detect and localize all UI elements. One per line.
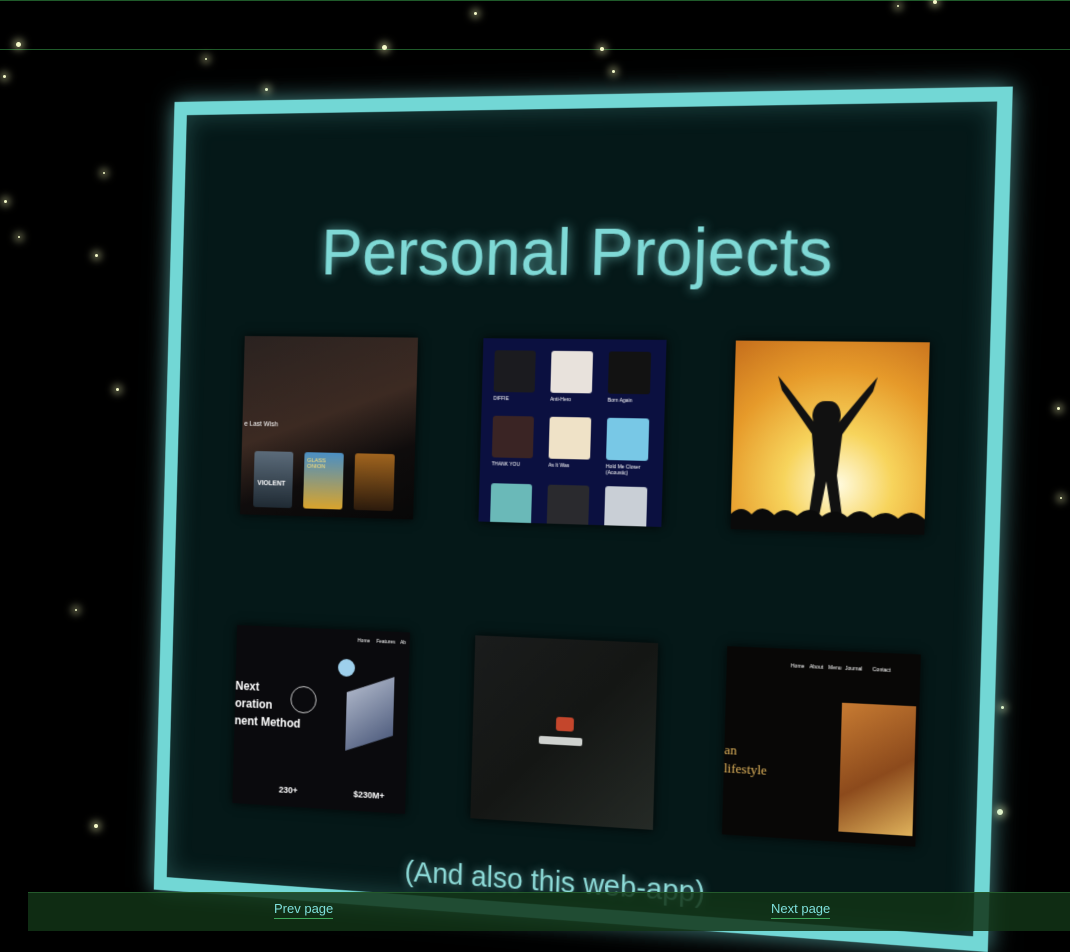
album-tile bbox=[604, 486, 648, 527]
search-bar bbox=[538, 735, 583, 747]
star bbox=[1057, 407, 1060, 410]
project-thumbnail-movie-site[interactable]: e Last Wish VIOLENT GLASS ONION bbox=[240, 336, 418, 520]
movie-heading: e Last Wish bbox=[244, 420, 279, 429]
project-thumbnail-concert-photo[interactable] bbox=[730, 340, 930, 535]
album-tile bbox=[606, 417, 650, 461]
footer-nav: Prev page Next page bbox=[28, 892, 1070, 931]
next-page-link[interactable]: Next page bbox=[771, 901, 831, 919]
album-tile bbox=[489, 483, 533, 527]
projects-panel: Personal Projects e Last Wish VIOLENT GL… bbox=[153, 86, 1013, 952]
star bbox=[205, 58, 207, 60]
prev-page-link[interactable]: Prev page bbox=[274, 901, 334, 919]
star bbox=[95, 254, 98, 257]
album-tile bbox=[607, 351, 652, 395]
logo-icon bbox=[555, 716, 575, 732]
star bbox=[18, 236, 20, 238]
album-tile bbox=[493, 350, 536, 393]
star bbox=[382, 45, 387, 50]
star bbox=[103, 172, 105, 174]
star bbox=[94, 824, 98, 828]
album-tile bbox=[550, 350, 594, 394]
star bbox=[933, 0, 937, 4]
star bbox=[474, 12, 477, 15]
layers-graphic bbox=[345, 676, 395, 751]
page-title: Personal Projects bbox=[320, 213, 834, 290]
silhouette-figure bbox=[730, 375, 925, 535]
project-thumbnail-food-blog[interactable]: Home About Menu Journal Contact an lifes… bbox=[721, 646, 921, 847]
top-divider bbox=[0, 0, 1070, 1]
star bbox=[4, 200, 7, 203]
poster: VIOLENT bbox=[253, 450, 294, 509]
badge-circle bbox=[290, 685, 317, 715]
poster bbox=[353, 453, 395, 512]
project-thumbnail-fintech-landing[interactable]: Home Features Ab Next oration nent Metho… bbox=[232, 625, 410, 815]
star bbox=[16, 42, 21, 47]
star bbox=[75, 609, 77, 611]
star bbox=[612, 70, 615, 73]
food-photo bbox=[838, 702, 917, 837]
star bbox=[1001, 706, 1004, 709]
project-thumbnail-dark-photo[interactable] bbox=[470, 635, 659, 830]
top-divider-2 bbox=[0, 49, 1070, 50]
star bbox=[997, 809, 1003, 815]
poster: GLASS ONION bbox=[303, 452, 344, 510]
star bbox=[116, 388, 119, 391]
project-thumbnail-music-app[interactable]: DIFFIE Anti-Hero Born Again THANK YOU As… bbox=[478, 338, 667, 527]
star bbox=[3, 75, 6, 78]
album-tile bbox=[548, 416, 592, 460]
star bbox=[265, 88, 268, 91]
album-tile bbox=[491, 415, 534, 459]
star bbox=[1060, 497, 1062, 499]
star bbox=[897, 5, 899, 7]
projects-grid: e Last Wish VIOLENT GLASS ONION DIFFIE A… bbox=[232, 336, 930, 847]
orb-graphic bbox=[337, 658, 356, 677]
star bbox=[600, 47, 604, 51]
album-tile bbox=[546, 484, 590, 527]
